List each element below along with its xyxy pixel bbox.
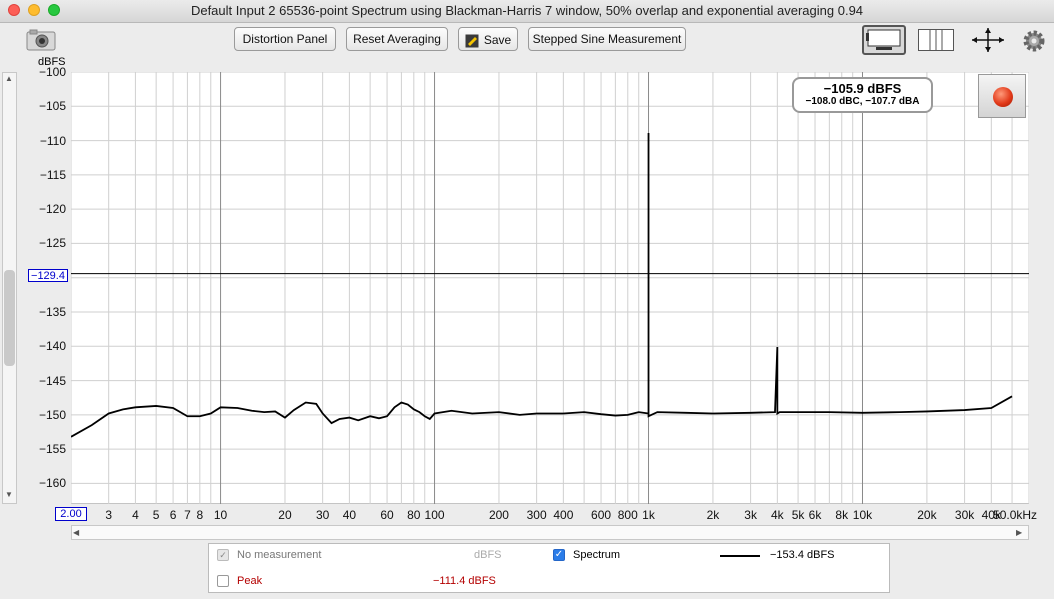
vertical-scroll-thumb[interactable] bbox=[4, 270, 15, 366]
peak-checkbox[interactable] bbox=[217, 575, 229, 587]
spectrum-checkbox[interactable]: ✓ bbox=[553, 549, 565, 561]
no-measurement-unit: dBFS bbox=[474, 549, 502, 561]
y-tick-label: −100 bbox=[38, 65, 66, 79]
readout-main: −105.9 dBFS bbox=[823, 81, 902, 96]
x-tick-label: 2k bbox=[706, 508, 720, 522]
distortion-panel-button[interactable]: Distortion Panel bbox=[234, 27, 336, 51]
cursor-level-label[interactable]: −129.4 bbox=[28, 269, 68, 282]
horizontal-scrollbar[interactable] bbox=[71, 525, 1029, 540]
spectrum-value: −153.4 dBFS bbox=[770, 549, 835, 561]
y-tick-label: −140 bbox=[38, 339, 66, 354]
no-measurement-label: No measurement bbox=[237, 549, 322, 561]
scroll-left-arrow-icon[interactable]: ◀ bbox=[73, 526, 83, 539]
x-tick-label: 200 bbox=[488, 508, 509, 522]
peak-value: −111.4 dBFS bbox=[433, 575, 496, 587]
y-tick-label: −105 bbox=[38, 99, 66, 114]
graph-view-icon[interactable] bbox=[862, 25, 906, 55]
peak-label: Peak bbox=[237, 575, 263, 587]
spectrum-plot[interactable] bbox=[70, 71, 1030, 505]
save-icon bbox=[465, 33, 479, 48]
scroll-down-arrow-icon[interactable]: ▼ bbox=[4, 490, 14, 500]
record-button[interactable] bbox=[978, 74, 1026, 118]
spectrum-legend-swatch bbox=[720, 555, 760, 557]
x-tick-label: 400 bbox=[553, 508, 574, 522]
y-tick-label: −115 bbox=[39, 167, 66, 182]
no-measurement-checkbox: ✓ bbox=[217, 549, 229, 561]
y-tick-label: −125 bbox=[38, 236, 66, 251]
y-tick-label: −135 bbox=[38, 305, 66, 319]
reset-averaging-button[interactable]: Reset Averaging bbox=[346, 27, 448, 51]
x-tick-label: 20 bbox=[278, 508, 292, 522]
x-tick-label: 1k bbox=[642, 508, 655, 522]
y-tick-label: −145 bbox=[38, 373, 66, 388]
x-tick-label: 10k bbox=[852, 508, 873, 522]
spectrum-plot-svg bbox=[70, 71, 1030, 505]
x-tick-label: 40 bbox=[342, 508, 357, 522]
split-view-icon[interactable] bbox=[918, 29, 954, 51]
y-tick-label: −120 bbox=[38, 202, 66, 217]
spectrum-label: Spectrum bbox=[573, 549, 621, 561]
y-tick-label: −155 bbox=[38, 442, 66, 457]
y-tick-label: −160 bbox=[38, 476, 66, 491]
save-button-label: Save bbox=[483, 32, 512, 47]
x-tick-label: 20k bbox=[917, 508, 937, 522]
stepped-sine-measurement-button[interactable]: Stepped Sine Measurement bbox=[528, 27, 686, 51]
x-tick-label: 10 bbox=[213, 508, 228, 522]
y-tick-label: −150 bbox=[38, 407, 66, 422]
x-start-label[interactable]: 2.00 bbox=[55, 507, 87, 521]
record-icon bbox=[993, 87, 1013, 107]
zoom-arrows-icon[interactable] bbox=[970, 27, 1006, 53]
save-button[interactable]: Save bbox=[458, 27, 518, 51]
window-title: Default Input 2 65536-point Spectrum usi… bbox=[190, 3, 864, 18]
y-tick-label: −110 bbox=[39, 133, 66, 148]
readout-sub: −108.0 dBC, −107.7 dBA bbox=[805, 96, 920, 107]
scroll-right-arrow-icon[interactable]: ▶ bbox=[1016, 526, 1026, 539]
x-tick-label: 50.0kHz bbox=[993, 508, 1038, 522]
scroll-up-arrow-icon[interactable]: ▲ bbox=[4, 74, 14, 84]
camera-icon[interactable] bbox=[26, 29, 56, 51]
x-tick-label: 100 bbox=[424, 508, 445, 522]
gear-icon[interactable] bbox=[1022, 29, 1046, 53]
level-readout: −105.9 dBFS −108.0 dBC, −107.7 dBA bbox=[792, 77, 933, 113]
